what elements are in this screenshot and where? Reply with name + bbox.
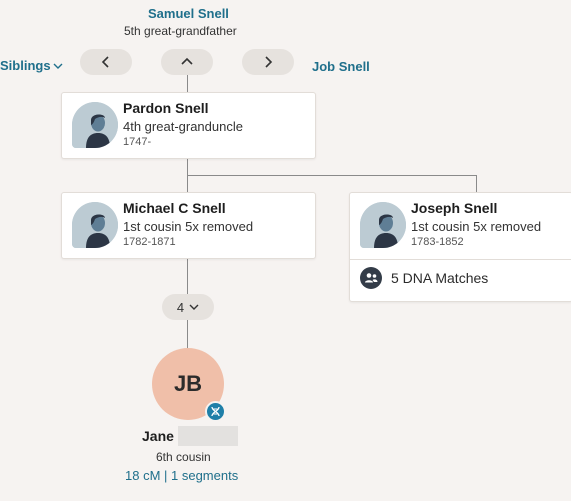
dna-matches-label: 5 DNA Matches (391, 270, 489, 286)
person-name: Pardon Snell (123, 100, 209, 116)
card-divider (350, 259, 571, 260)
connector-line (187, 75, 188, 92)
match-relation: 6th cousin (156, 450, 211, 464)
avatar (72, 102, 118, 148)
go-up-button[interactable] (161, 49, 213, 75)
next-sibling-name-link[interactable]: Job Snell (312, 59, 370, 74)
match-name-row[interactable]: Jane (142, 426, 238, 446)
match-initials: JB (173, 371, 203, 396)
person-name: Joseph Snell (411, 200, 498, 216)
chevron-right-icon (265, 56, 273, 68)
avatar (72, 202, 118, 248)
connector-line (187, 175, 476, 176)
avatar (360, 202, 406, 248)
person-dates: 1747- (123, 136, 152, 148)
siblings-dropdown[interactable]: Siblings (0, 58, 63, 73)
generations-collapse-button[interactable]: 4 (162, 294, 214, 320)
person-card-joseph-snell[interactable]: Joseph Snell 1st cousin 5x removed 1783-… (349, 192, 571, 302)
next-sibling-button[interactable] (242, 49, 294, 75)
person-silhouette-icon (360, 202, 406, 248)
ancestor-relation: 5th great-grandfather (124, 24, 237, 38)
ancestor-name-link[interactable]: Samuel Snell (148, 6, 229, 21)
dna-helix-icon (211, 406, 220, 417)
dna-matches-group-icon (360, 267, 382, 289)
person-card-michael-c-snell[interactable]: Michael C Snell 1st cousin 5x removed 17… (61, 192, 316, 259)
chevron-down-icon (53, 63, 63, 69)
person-name: Michael C Snell (123, 200, 226, 216)
connector-line (187, 258, 188, 294)
connector-line (476, 175, 477, 192)
person-card-pardon-snell[interactable]: Pardon Snell 4th great-granduncle 1747- (61, 92, 316, 159)
person-relation: 1st cousin 5x removed (411, 219, 542, 234)
match-surname-redacted (177, 426, 238, 446)
connector-line (187, 320, 188, 348)
person-silhouette-icon (72, 202, 118, 248)
person-silhouette-icon (72, 102, 118, 148)
dna-badge (205, 401, 226, 422)
dna-matches-link[interactable]: 5 DNA Matches (360, 267, 488, 289)
previous-sibling-button[interactable] (80, 49, 132, 75)
person-dates: 1782-1871 (123, 236, 176, 248)
match-first-name: Jane (142, 428, 174, 444)
chevron-up-icon (181, 57, 193, 65)
generations-count: 4 (176, 299, 185, 315)
shared-dna-link[interactable]: 18 cM | 1 segments (125, 468, 238, 483)
siblings-label: Siblings (0, 58, 51, 73)
person-relation: 1st cousin 5x removed (123, 219, 254, 234)
chevron-left-icon (101, 56, 109, 68)
person-relation: 4th great-granduncle (123, 119, 243, 134)
person-dates: 1783-1852 (411, 236, 464, 248)
chevron-down-icon (189, 304, 199, 310)
